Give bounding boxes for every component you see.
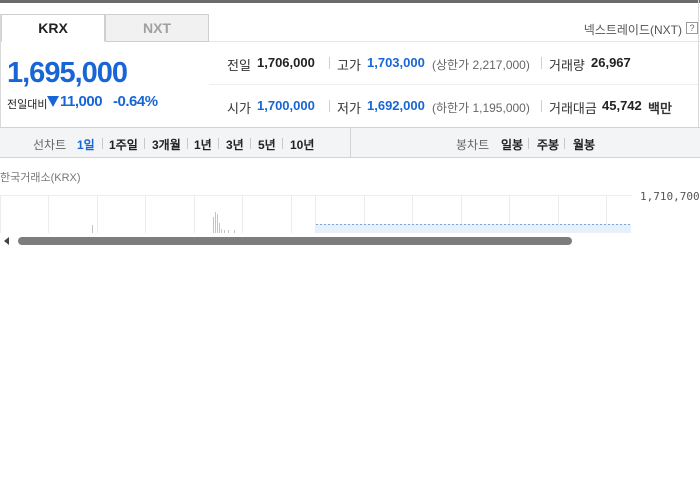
- volume-label: 거래량: [549, 58, 585, 73]
- chart-top-price: 1,710,700: [640, 190, 700, 203]
- high-value: 1,703,000: [367, 55, 425, 70]
- prev-close-label: 전일: [227, 58, 251, 73]
- candle-weekly[interactable]: 주봉: [537, 136, 559, 153]
- stat-separator: [329, 57, 330, 69]
- upper-limit: (상한가 2,217,000): [432, 58, 530, 72]
- stat-separator: [541, 57, 542, 69]
- volume-bars: [92, 212, 235, 233]
- period-separator: [187, 138, 188, 149]
- top-border: [0, 0, 700, 3]
- tab-nxt[interactable]: NXT: [105, 14, 209, 42]
- chart-control-divider: [350, 127, 351, 158]
- period-3month[interactable]: 3개월: [152, 136, 181, 153]
- price-chart: [0, 195, 632, 233]
- high-label: 고가: [337, 58, 361, 73]
- low-label: 저가: [337, 101, 361, 116]
- period-1year[interactable]: 1년: [194, 136, 212, 153]
- scroll-left-arrow-icon[interactable]: [4, 237, 9, 245]
- low-value: 1,692,000: [367, 98, 425, 113]
- after-hours-region: [316, 224, 631, 233]
- change-amount: 11,000: [60, 93, 103, 110]
- amount-value: 45,742: [602, 98, 642, 113]
- chart-source: 한국거래소(KRX): [0, 172, 81, 184]
- prev-close-value: 1,706,000: [257, 55, 315, 70]
- tab-divider: [209, 41, 700, 42]
- open-value: 1,700,000: [257, 98, 315, 113]
- help-icon[interactable]: ?: [686, 22, 698, 34]
- candle-chart-label: 봉차트: [456, 138, 490, 152]
- period-separator: [282, 138, 283, 149]
- stat-separator: [541, 100, 542, 112]
- amount-label: 거래대금: [549, 101, 597, 116]
- stat-separator: [329, 100, 330, 112]
- lower-limit: (하한가 1,195,000): [432, 101, 530, 115]
- period-separator: [102, 138, 103, 149]
- stats-row-divider: [209, 84, 698, 85]
- period-separator: [564, 138, 565, 149]
- period-separator: [528, 138, 529, 149]
- candle-monthly[interactable]: 월봉: [573, 136, 595, 153]
- tab-krx[interactable]: KRX: [1, 14, 105, 42]
- amount-unit: 백만: [648, 101, 672, 116]
- change-label: 전일대비: [7, 99, 48, 111]
- open-label: 시가: [227, 101, 251, 116]
- current-price: 1,695,000: [7, 57, 128, 89]
- period-1week[interactable]: 1주일: [109, 136, 138, 153]
- line-chart-label: 선차트: [33, 138, 67, 152]
- period-separator: [218, 138, 219, 149]
- period-5year[interactable]: 5년: [258, 136, 276, 153]
- scroll-thumb[interactable]: [18, 237, 572, 245]
- change-percent: -0.64%: [113, 93, 158, 110]
- down-arrow-icon: [47, 96, 59, 107]
- period-3year[interactable]: 3년: [226, 136, 244, 153]
- period-separator: [250, 138, 251, 149]
- nxt-link[interactable]: 넥스트레이드(NXT): [584, 21, 682, 38]
- volume-value: 26,967: [591, 55, 631, 70]
- period-10year[interactable]: 10년: [290, 136, 314, 153]
- period-1day[interactable]: 1일: [77, 136, 95, 153]
- period-separator: [144, 138, 145, 149]
- candle-daily[interactable]: 일봉: [501, 136, 523, 153]
